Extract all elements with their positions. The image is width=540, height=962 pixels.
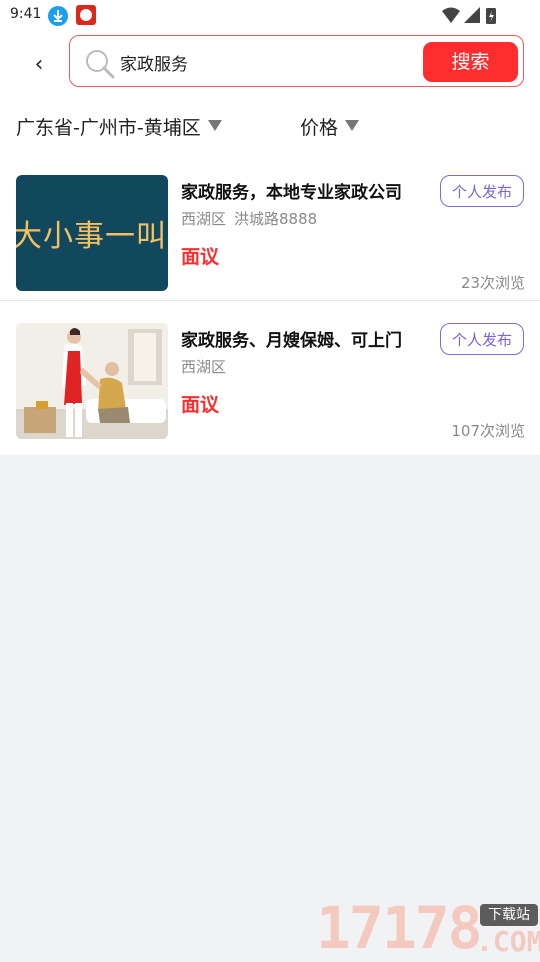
listing-title: 家政服务，本地专业家政公司 <box>181 183 402 203</box>
publisher-tag: 个人发布 <box>440 323 524 355</box>
back-button[interactable]: ‹ <box>22 48 56 82</box>
listing-district: 西湖区 <box>181 210 227 228</box>
search-input[interactable]: 家政服务 <box>120 50 188 75</box>
app-notification-icon <box>76 5 96 25</box>
signal-icon <box>464 7 480 23</box>
listing-location: 西湖区 洪城路8888 <box>181 208 317 229</box>
status-bar: 9:41 <box>0 0 540 32</box>
listing-item[interactable]: 大小事一叫 家政服务，本地专业家政公司 个人发布 西湖区 洪城路8888 面议 2… <box>0 160 540 301</box>
content-area: 9:41 ‹ 家政服务 搜索 广东省-广州市-黄埔区 价格 大小事一叫 家政服务… <box>0 0 540 455</box>
site-watermark: 17178 下载站 .COM <box>316 896 540 960</box>
listing-price: 面议 <box>181 246 220 268</box>
watermark-suffix: .COM <box>476 925 540 958</box>
search-button[interactable]: 搜索 <box>423 42 518 82</box>
listing-item[interactable]: 家政服务、月嫂保姆、可上门 个人发布 西湖区 面议 107次浏览 <box>0 308 540 448</box>
status-icons <box>442 6 506 30</box>
watermark-number: 17178 <box>316 894 483 962</box>
region-filter[interactable]: 广东省-广州市-黄埔区 <box>16 113 222 140</box>
price-filter-label: 价格 <box>300 117 339 139</box>
search-bar[interactable]: 家政服务 搜索 <box>69 35 524 87</box>
listing-views: 23次浏览 <box>460 274 525 292</box>
price-filter[interactable]: 价格 <box>300 113 360 140</box>
wifi-icon <box>442 7 460 23</box>
thumbnail-banner-text: 大小事一叫 <box>16 219 167 254</box>
listing-thumbnail <box>16 323 168 439</box>
listing-views: 107次浏览 <box>451 422 525 440</box>
chevron-left-icon: ‹ <box>34 52 44 77</box>
watermark-tag: 下载站 <box>480 904 538 926</box>
download-icon <box>48 6 68 26</box>
listing-district: 西湖区 <box>181 358 227 376</box>
listing-address: 洪城路8888 <box>234 210 318 228</box>
search-icon <box>84 48 116 80</box>
publisher-tag: 个人发布 <box>440 175 524 207</box>
status-time: 9:41 <box>10 6 42 22</box>
caret-down-icon <box>207 120 222 131</box>
listing-title: 家政服务、月嫂保姆、可上门 <box>181 331 402 351</box>
listing-price: 面议 <box>181 394 220 416</box>
caret-down-icon <box>345 120 360 131</box>
listing-location: 西湖区 <box>181 356 226 377</box>
listing-thumbnail: 大小事一叫 <box>16 175 168 291</box>
region-filter-label: 广东省-广州市-黄埔区 <box>16 117 201 139</box>
